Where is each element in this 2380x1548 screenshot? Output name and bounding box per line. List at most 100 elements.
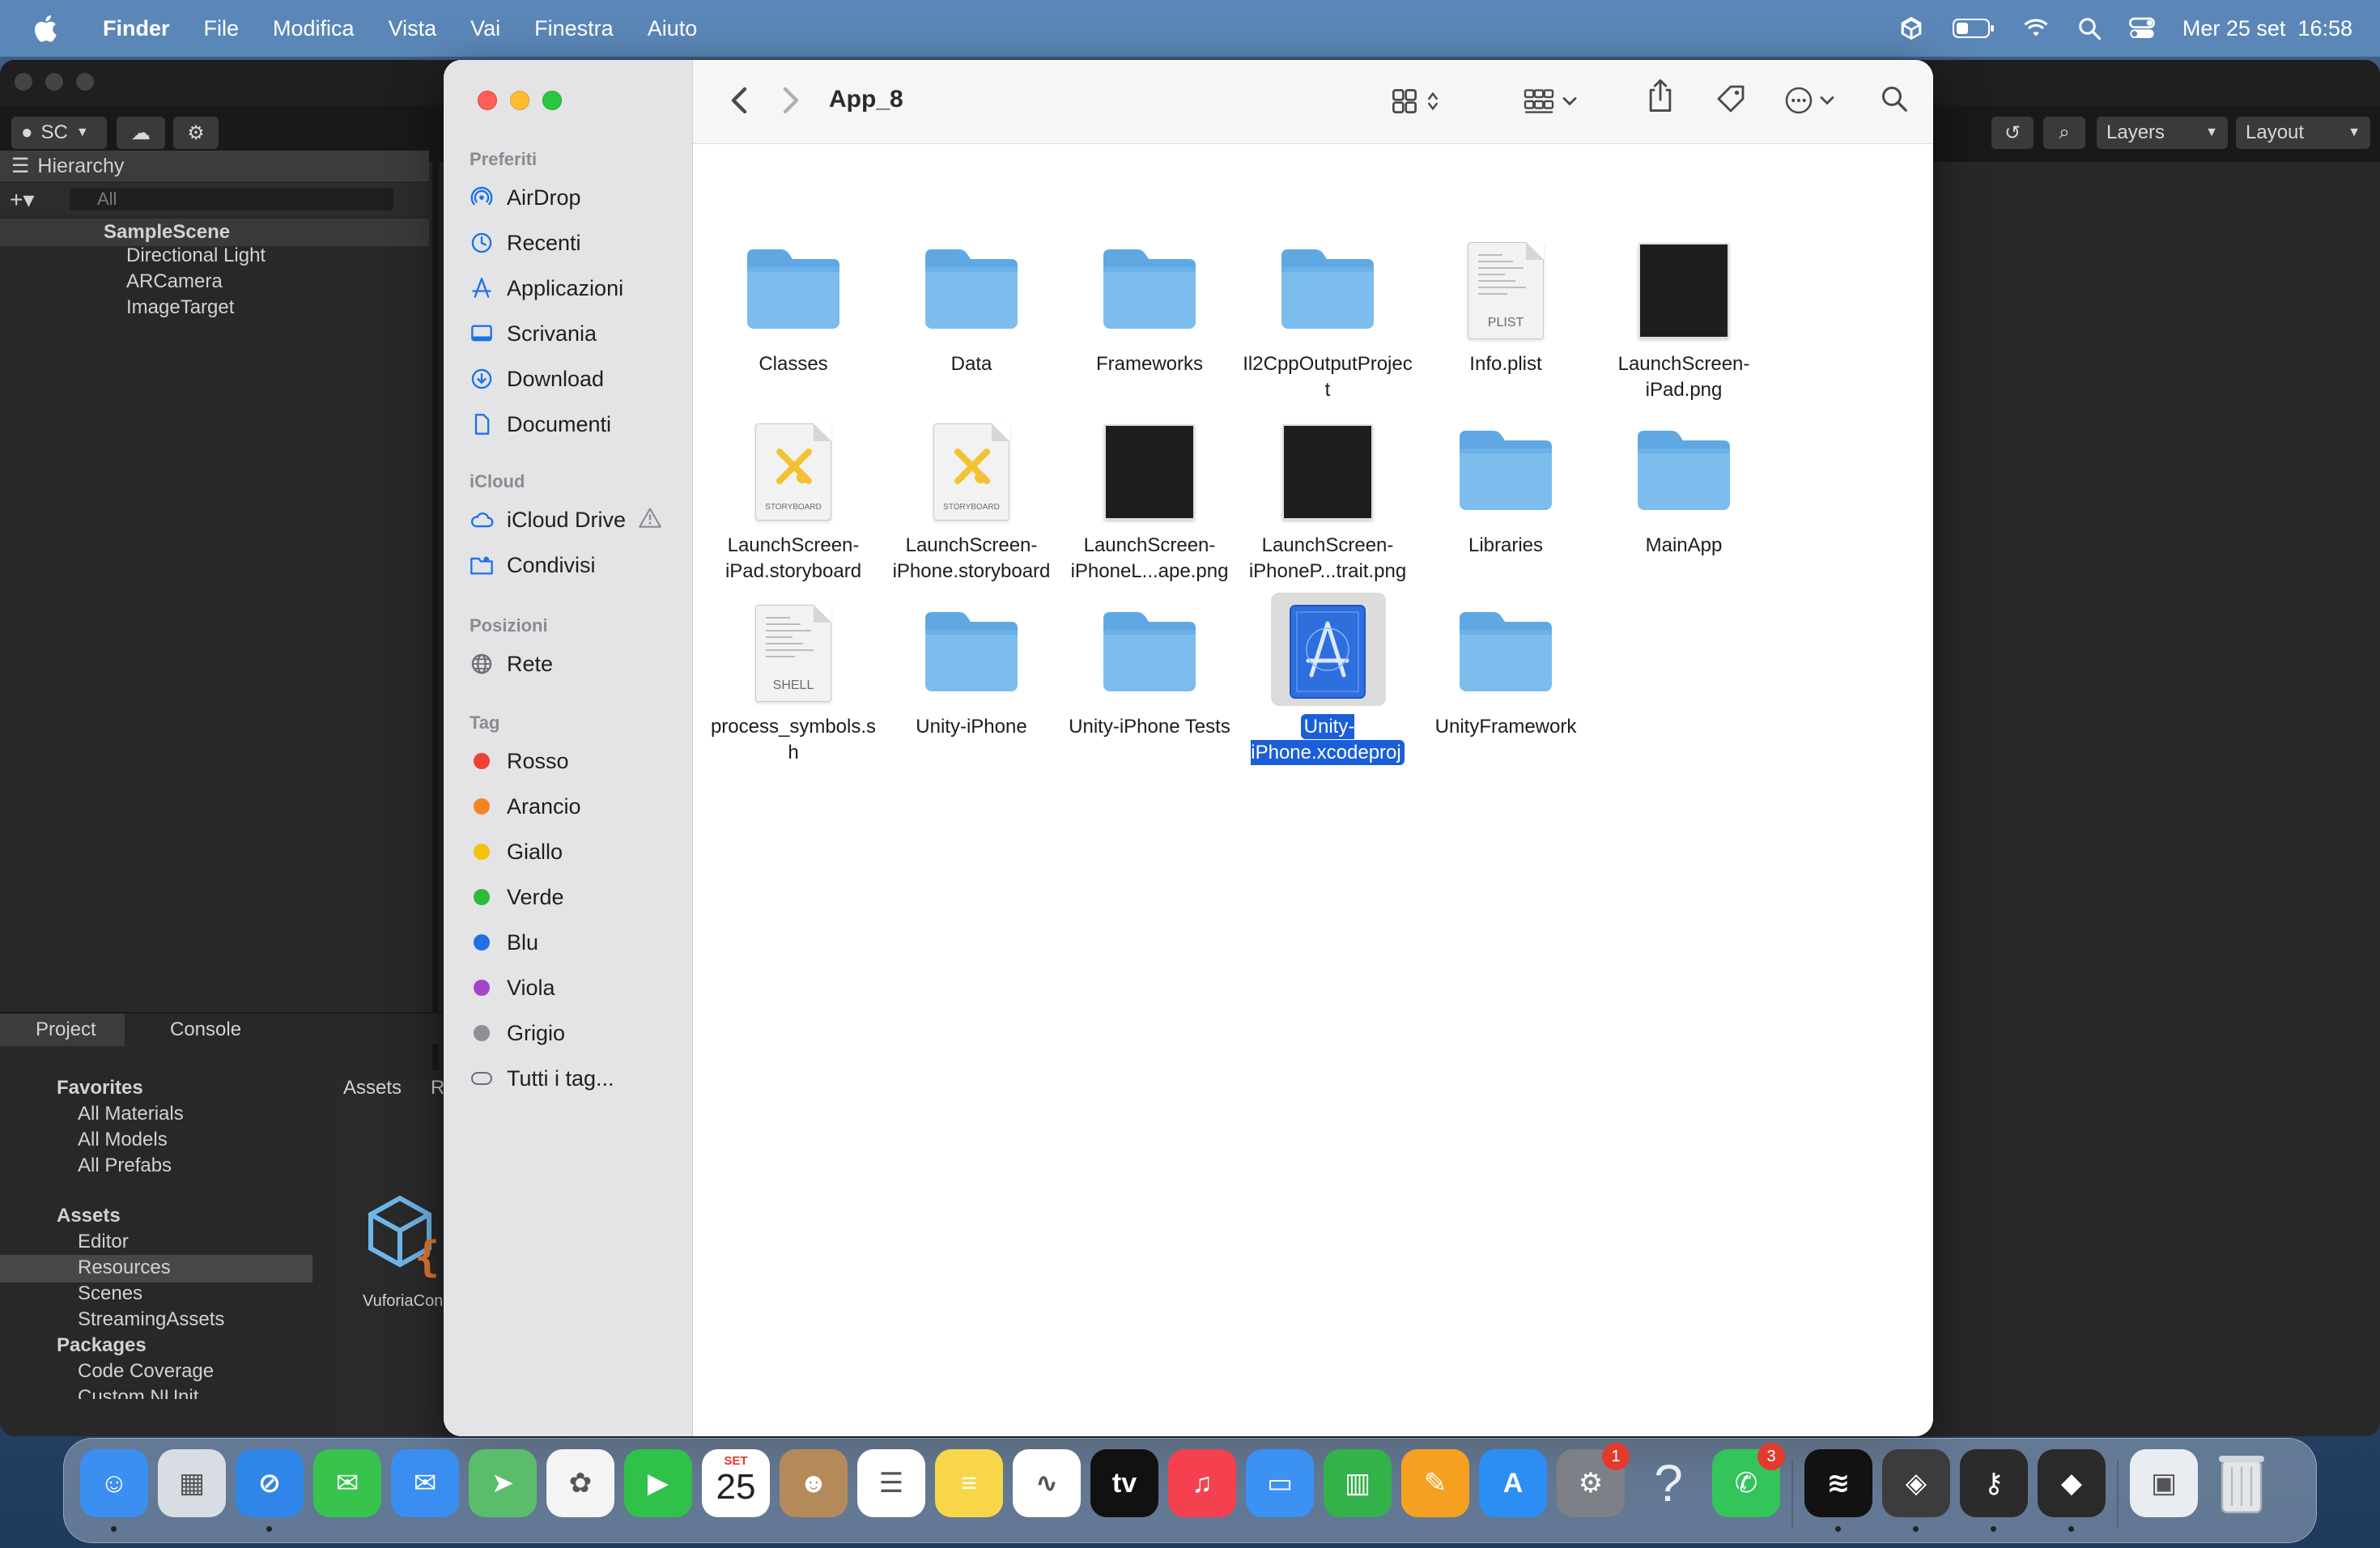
back-chevron-icon[interactable] xyxy=(729,86,748,115)
favorite-all-models[interactable]: All Models xyxy=(78,1129,168,1151)
sidebar-item-download[interactable]: Download xyxy=(470,361,604,397)
favorites-header[interactable]: Favorites xyxy=(57,1077,143,1099)
sidebar-item-airdrop[interactable]: AirDrop xyxy=(470,180,581,215)
cloud-button[interactable]: ☁ xyxy=(117,117,165,149)
hierarchy-item-arcamera[interactable]: ARCamera xyxy=(126,270,223,293)
unity-minimize-button[interactable] xyxy=(45,73,63,91)
app-store-icon[interactable]: A xyxy=(1479,1449,1547,1517)
assets-header[interactable]: Assets xyxy=(57,1205,121,1227)
file-item[interactable]: LaunchScreen-iPad.png xyxy=(1593,230,1774,403)
hierarchy-search-input[interactable]: All xyxy=(70,188,393,211)
settings-icon[interactable]: ⚙ 1 xyxy=(1557,1443,1630,1517)
messages-icon[interactable]: ✉ xyxy=(313,1449,381,1517)
hierarchy-title[interactable]: Hierarchy xyxy=(37,155,124,178)
share-icon[interactable] xyxy=(1647,78,1674,113)
add-object-button[interactable]: +▾ xyxy=(10,186,34,213)
launchpad-icon[interactable]: ▦ xyxy=(158,1449,226,1517)
forward-chevron-icon[interactable] xyxy=(782,86,801,115)
account-dropdown[interactable]: ● SC ▼ xyxy=(11,117,107,149)
tab-console[interactable]: Console xyxy=(134,1014,264,1046)
unity-hub-icon[interactable]: ◈ xyxy=(1882,1449,1950,1517)
menu-help[interactable]: Aiuto xyxy=(631,16,715,41)
control-center-icon[interactable] xyxy=(2128,16,2155,40)
file-item[interactable]: STORYBOARD LaunchScreen-iPhone.storyboard xyxy=(881,411,1062,585)
reminders-icon[interactable]: ☰ xyxy=(857,1449,925,1517)
history-button[interactable]: ↺ xyxy=(1991,117,2034,149)
trash-icon[interactable] xyxy=(2208,1449,2276,1517)
file-item[interactable]: Il2CppOutputProject xyxy=(1237,230,1418,403)
hierarchy-item-directional-light[interactable]: Directional Light xyxy=(126,245,266,267)
close-button[interactable] xyxy=(478,91,497,110)
maps-icon[interactable]: ➤ xyxy=(469,1449,537,1517)
menu-clock[interactable]: Mer 25 set 16:58 xyxy=(2182,16,2352,41)
collab-button[interactable]: ⚙ xyxy=(173,117,219,149)
sidebar-item-shared[interactable]: Condivisi xyxy=(470,547,596,583)
file-item[interactable]: Unity-iPhone.xcodeproj xyxy=(1237,593,1418,766)
sidebar-item-network[interactable]: Rete xyxy=(470,646,553,682)
file-item[interactable]: LaunchScreen-iPhoneP...trait.png xyxy=(1237,411,1418,585)
search-icon[interactable] xyxy=(1880,84,1909,113)
sidebar-tag-gray[interactable]: Grigio xyxy=(470,1015,565,1051)
panel-divider[interactable] xyxy=(432,151,439,1070)
menu-file[interactable]: File xyxy=(187,16,257,41)
screenshot-icon[interactable]: ▣ xyxy=(2130,1449,2198,1517)
sidebar-tag-green[interactable]: Verde xyxy=(470,879,564,915)
tab-project[interactable]: Project xyxy=(0,1014,125,1046)
tv-icon[interactable]: tv xyxy=(1090,1449,1158,1517)
search-button[interactable]: ⌕ xyxy=(2043,117,2085,149)
file-item[interactable]: Frameworks xyxy=(1059,230,1240,377)
package-custom-nunit[interactable]: Custom NUnit xyxy=(78,1386,198,1399)
file-item[interactable]: Libraries xyxy=(1415,411,1596,559)
layout-dropdown[interactable]: Layout ▼ xyxy=(2236,117,2370,149)
sidebar-item-recents[interactable]: Recenti xyxy=(470,225,581,261)
sidebar-item-desktop[interactable]: Scrivania xyxy=(470,316,597,351)
notes-icon[interactable]: ≡ xyxy=(935,1449,1003,1517)
favorite-all-materials[interactable]: All Materials xyxy=(78,1103,184,1125)
battery-icon[interactable] xyxy=(1952,18,1995,39)
music-icon[interactable]: ♫ xyxy=(1168,1449,1236,1517)
hierarchy-item-imagetarget[interactable]: ImageTarget xyxy=(126,296,234,319)
mail-icon[interactable]: ✉ xyxy=(391,1449,459,1517)
numbers-icon[interactable]: ▥ xyxy=(1324,1449,1392,1517)
sidebar-item-applications[interactable]: Applicazioni xyxy=(470,270,623,306)
pages-icon[interactable]: ✎ xyxy=(1401,1449,1469,1517)
calendar-icon[interactable]: SET 25 xyxy=(702,1449,770,1517)
finder-icon[interactable]: ☺ xyxy=(80,1449,148,1517)
spotlight-search-icon[interactable] xyxy=(2077,16,2102,40)
tag-icon[interactable] xyxy=(1715,83,1747,115)
photos-icon[interactable]: ✿ xyxy=(546,1449,614,1517)
contacts-icon[interactable]: ☻ xyxy=(780,1449,848,1517)
keychain-icon[interactable]: ⚷ xyxy=(1960,1449,2028,1517)
menu-go[interactable]: Vai xyxy=(453,16,517,41)
breadcrumb-assets[interactable]: Assets xyxy=(343,1077,402,1099)
menu-window[interactable]: Finestra xyxy=(517,16,631,41)
menu-edit[interactable]: Modifica xyxy=(256,16,372,41)
menu-app-name[interactable]: Finder xyxy=(86,16,187,41)
file-item[interactable]: Data xyxy=(881,230,1062,377)
view-mode-button[interactable] xyxy=(1391,81,1464,121)
folder-resources[interactable]: Resources xyxy=(78,1257,171,1279)
scene-row[interactable]: SampleScene xyxy=(0,219,429,246)
sidebar-tag-red[interactable]: Rosso xyxy=(470,743,569,779)
file-item[interactable]: STORYBOARD LaunchScreen-iPad.storyboard xyxy=(703,411,884,585)
file-item[interactable]: PLIST Info.plist xyxy=(1415,230,1596,377)
folder-editor[interactable]: Editor xyxy=(78,1231,129,1253)
layers-dropdown[interactable]: Layers ▼ xyxy=(2097,117,2228,149)
breadcrumb-next[interactable]: R xyxy=(431,1077,444,1099)
packages-header[interactable]: Packages xyxy=(57,1334,147,1357)
wifi-icon[interactable] xyxy=(2022,17,2050,40)
file-item[interactable]: SHELL process_symbols.sh xyxy=(703,593,884,766)
safari-icon[interactable]: ⊘ xyxy=(236,1449,304,1517)
file-item[interactable]: Unity-iPhone xyxy=(881,593,1062,740)
unity-icon[interactable]: ◆ xyxy=(2038,1449,2106,1517)
sidebar-tag-blue[interactable]: Blu xyxy=(470,925,538,960)
sidebar-item-documents[interactable]: Documenti xyxy=(470,406,611,442)
zoom-button[interactable] xyxy=(542,91,562,110)
file-item[interactable]: Unity-iPhone Tests xyxy=(1059,593,1240,740)
more-actions-button[interactable] xyxy=(1784,83,1849,118)
group-by-button[interactable] xyxy=(1524,81,1596,121)
package-code-coverage[interactable]: Code Coverage xyxy=(78,1360,214,1383)
whatsapp-icon[interactable]: ✆ 3 xyxy=(1712,1443,1785,1517)
sidebar-all-tags[interactable]: Tutti i tag... xyxy=(470,1061,614,1096)
sidebar-tag-orange[interactable]: Arancio xyxy=(470,789,581,824)
